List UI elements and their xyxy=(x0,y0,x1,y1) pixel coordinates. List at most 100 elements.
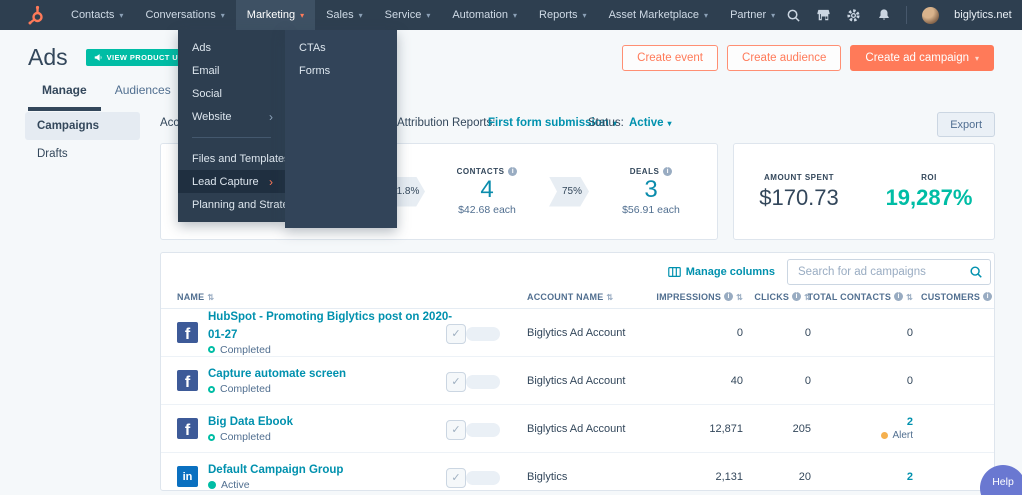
submenu-item-ctas[interactable]: CTAs xyxy=(285,36,397,59)
nav-item-automation[interactable]: Automation xyxy=(441,0,528,30)
info-icon[interactable] xyxy=(724,292,734,301)
marketplace-icon[interactable] xyxy=(816,8,831,23)
nav-item-marketing[interactable]: Marketing xyxy=(235,0,316,30)
menu-item-social[interactable]: Social xyxy=(178,82,285,105)
search-input[interactable] xyxy=(787,259,991,285)
info-icon[interactable] xyxy=(663,167,673,177)
facebook-icon xyxy=(177,322,198,343)
status-text: Active xyxy=(221,479,250,491)
column-header-name[interactable]: NAME xyxy=(161,292,461,302)
sort-icon[interactable] xyxy=(906,292,913,302)
total-contacts-cell: 2 xyxy=(819,471,921,483)
total-contacts-cell: 2 Alert xyxy=(819,416,921,441)
sort-icon[interactable] xyxy=(207,292,214,302)
impressions-cell: 40 xyxy=(730,374,743,387)
campaign-name-link[interactable]: HubSpot - Promoting Biglytics post on 20… xyxy=(208,309,461,344)
campaign-name-link[interactable]: Default Campaign Group xyxy=(208,462,343,479)
tab-audiences[interactable]: Audiences xyxy=(101,83,185,111)
status-dropdown[interactable]: Active xyxy=(629,117,672,129)
chevron-down-icon xyxy=(699,9,708,21)
nav-item-reports[interactable]: Reports xyxy=(528,0,598,30)
deals-stat: DEALS 3 $56.91 each xyxy=(603,167,699,216)
completed-status-icon xyxy=(208,433,215,441)
linkedin-icon xyxy=(177,466,198,487)
marketing-dropdown-menu: Ads Email Social Website Files and Templ… xyxy=(178,30,300,222)
menu-item-lead-capture[interactable]: Lead Capture xyxy=(178,170,285,193)
create-event-button[interactable]: Create event xyxy=(622,44,719,71)
impressions-cell: 2,131 xyxy=(715,470,743,483)
notifications-bell-icon[interactable] xyxy=(876,8,891,23)
sidebar-item-drafts[interactable]: Drafts xyxy=(25,140,140,168)
chevron-right-icon xyxy=(269,110,273,124)
facebook-icon xyxy=(177,370,198,391)
status-text: Completed xyxy=(220,343,271,356)
column-header-customers[interactable]: CUSTOMERS xyxy=(921,292,994,302)
create-ad-campaign-button[interactable]: Create ad campaign xyxy=(850,44,994,71)
search-icon[interactable] xyxy=(969,265,983,284)
export-button[interactable]: Export xyxy=(937,112,995,137)
chevron-down-icon xyxy=(578,9,587,21)
info-icon[interactable] xyxy=(792,292,802,301)
search-icon[interactable] xyxy=(786,8,801,23)
menu-item-planning-and-strategy[interactable]: Planning and Strategy xyxy=(178,193,300,216)
conversion-rate-chevron: 75% xyxy=(549,176,589,207)
sort-icon[interactable] xyxy=(736,292,743,302)
nav-divider xyxy=(906,6,908,24)
check-icon xyxy=(446,371,466,392)
nav-item-contacts[interactable]: Contacts xyxy=(60,0,134,30)
impressions-cell: 0 xyxy=(736,326,743,339)
column-header-total-contacts[interactable]: TOTAL CONTACTS xyxy=(807,292,921,302)
accounts-filter-partial-label: Acc xyxy=(160,117,180,129)
menu-item-ads[interactable]: Ads xyxy=(178,36,285,59)
nav-item-conversations[interactable]: Conversations xyxy=(134,0,235,30)
chevron-down-icon xyxy=(664,117,672,129)
account-domain[interactable]: biglytics.net xyxy=(954,9,1011,21)
clicks-cell: 0 xyxy=(804,374,811,387)
total-contacts-cell: 0 xyxy=(906,326,913,339)
chevron-down-icon xyxy=(295,9,304,21)
menu-item-files-and-templates[interactable]: Files and Templates xyxy=(178,147,290,170)
deals-cost: $56.91 each xyxy=(622,203,680,216)
amount-spent-value: $170.73 xyxy=(759,184,839,210)
table-row: Default Campaign Group Active Biglytics … xyxy=(161,453,994,491)
page-title: Ads xyxy=(28,44,68,70)
menu-item-website[interactable]: Website xyxy=(178,105,285,128)
create-audience-button[interactable]: Create audience xyxy=(727,44,842,71)
column-header-account-name[interactable]: ACCOUNT NAME xyxy=(519,292,659,302)
status-text: Completed xyxy=(220,383,271,396)
account-name-cell: Biglytics Ad Account xyxy=(527,326,626,339)
menu-item-email[interactable]: Email xyxy=(178,59,285,82)
campaign-name-link[interactable]: Capture automate screen xyxy=(208,366,346,383)
column-header-impressions[interactable]: IMPRESSIONS xyxy=(656,292,751,302)
columns-icon xyxy=(667,267,681,277)
check-icon xyxy=(446,419,466,440)
contacts-count-link[interactable]: 2 xyxy=(907,416,913,428)
info-icon[interactable] xyxy=(894,292,904,301)
user-avatar[interactable] xyxy=(922,6,940,24)
completed-status-icon xyxy=(208,346,215,354)
info-icon[interactable] xyxy=(983,292,993,301)
table-header-row: NAME ACCOUNT NAME IMPRESSIONS CLICKS TOT… xyxy=(161,285,994,309)
check-icon xyxy=(446,467,466,488)
contacts-count-link[interactable]: 2 xyxy=(907,471,913,483)
nav-item-service[interactable]: Service xyxy=(374,0,442,30)
manage-columns-button[interactable]: Manage columns xyxy=(667,266,775,278)
top-navigation: Contacts Conversations Marketing Sales S… xyxy=(0,0,1022,30)
hubspot-sprocket-logo[interactable] xyxy=(26,5,46,25)
nav-item-partner[interactable]: Partner xyxy=(719,0,786,30)
gear-icon[interactable] xyxy=(846,8,861,23)
sort-icon[interactable] xyxy=(606,292,613,302)
chevron-down-icon xyxy=(969,52,979,64)
roi-value: 19,287% xyxy=(885,184,973,210)
sidebar-item-campaigns[interactable]: Campaigns xyxy=(25,112,140,140)
nav-item-sales[interactable]: Sales xyxy=(315,0,374,30)
tab-manage[interactable]: Manage xyxy=(28,83,101,111)
info-icon[interactable] xyxy=(508,167,518,177)
alert-dot-icon xyxy=(881,432,889,439)
campaign-name-link[interactable]: Big Data Ebook xyxy=(208,414,293,431)
chevron-right-icon xyxy=(269,175,273,189)
nav-item-asset-marketplace[interactable]: Asset Marketplace xyxy=(598,0,720,30)
lead-capture-submenu: CTAs Forms xyxy=(285,30,397,228)
account-name-cell: Biglytics xyxy=(527,470,568,483)
submenu-item-forms[interactable]: Forms xyxy=(285,59,397,82)
